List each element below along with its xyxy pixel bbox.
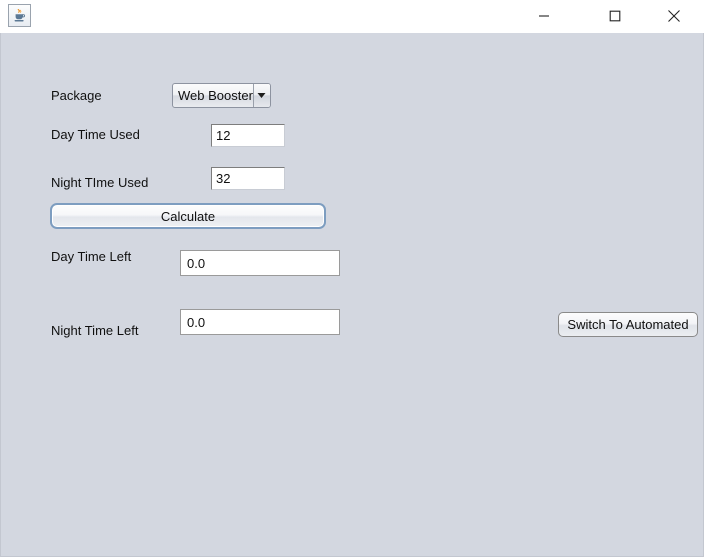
- day-time-left-label: Day Time Left: [51, 249, 132, 264]
- night-time-left-field: 0.0: [180, 309, 340, 335]
- minimize-button[interactable]: [521, 0, 567, 32]
- switch-to-automated-button[interactable]: Switch To Automated: [558, 312, 698, 337]
- day-time-used-label: Day Time Used: [51, 127, 140, 142]
- package-combo-selected-value: Web Booster: [178, 88, 253, 103]
- package-label: Package: [51, 88, 102, 103]
- chevron-down-icon[interactable]: [252, 84, 270, 107]
- close-icon: [668, 10, 680, 22]
- maximize-icon: [609, 10, 621, 22]
- maximize-button[interactable]: [592, 0, 638, 32]
- day-time-left-field: 0.0: [180, 250, 340, 276]
- java-coffee-cup-icon: [8, 4, 31, 27]
- day-time-used-input[interactable]: [211, 124, 285, 147]
- calculate-button[interactable]: Calculate: [50, 203, 326, 229]
- close-button[interactable]: [651, 0, 697, 32]
- night-time-used-input[interactable]: [211, 167, 285, 190]
- title-bar: [0, 0, 704, 34]
- package-combo-box[interactable]: Web Booster: [172, 83, 271, 108]
- night-time-used-label: Night TIme Used: [51, 175, 149, 190]
- main-panel: Package Web Booster Day Time Used Night …: [0, 33, 704, 557]
- night-time-left-label: Night Time Left: [51, 323, 139, 338]
- minimize-icon: [539, 15, 549, 17]
- application-window: Package Web Booster Day Time Used Night …: [0, 0, 704, 557]
